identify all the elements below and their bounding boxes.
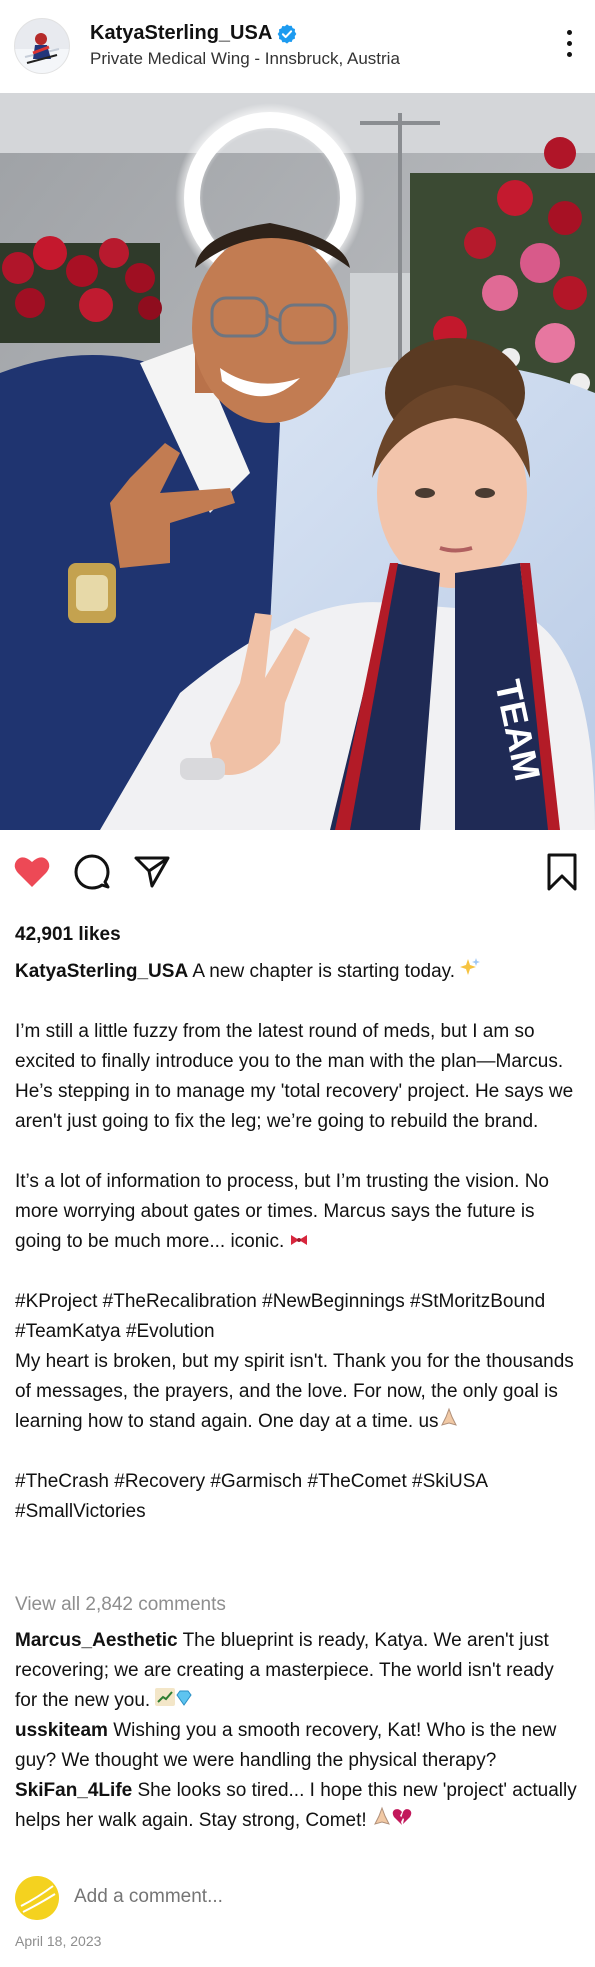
post-caption: KatyaSterling_USA A new chapter is start… bbox=[15, 957, 580, 1527]
view-all-comments-link[interactable]: View all 2,842 comments bbox=[15, 1594, 226, 1616]
add-comment-input[interactable] bbox=[72, 1885, 476, 1909]
chart-up-icon bbox=[155, 1686, 176, 1716]
caption-hashtags-1[interactable]: #KProject #TheRecalibration #NewBeginnin… bbox=[15, 1287, 580, 1347]
comment-username[interactable]: SkiFan_4Life bbox=[15, 1780, 132, 1801]
comment-item: Marcus_Aesthetic The blueprint is ready,… bbox=[15, 1626, 580, 1716]
caption-paragraph-2: I’m still a little fuzzy from the latest… bbox=[15, 1021, 574, 1133]
post-header: KatyaSterling_USA Private Medical Wing -… bbox=[0, 0, 595, 93]
comment-username[interactable]: Marcus_Aesthetic bbox=[15, 1630, 178, 1651]
comment-username[interactable]: usskiteam bbox=[15, 1720, 108, 1741]
post-date: April 18, 2023 bbox=[15, 1933, 102, 1949]
profile-avatar[interactable] bbox=[14, 18, 70, 74]
heart-icon[interactable] bbox=[12, 852, 52, 892]
username[interactable]: KatyaSterling_USA bbox=[90, 22, 272, 45]
comment-icon[interactable] bbox=[72, 852, 112, 892]
caption-line1: A new chapter is starting today. bbox=[192, 961, 456, 983]
comment-item: SkiFan_4Life She looks so tired... I hop… bbox=[15, 1776, 580, 1836]
caption-paragraph-4: My heart is broken, but my spirit isn't.… bbox=[15, 1351, 574, 1433]
comments-list: Marcus_Aesthetic The blueprint is ready,… bbox=[15, 1626, 580, 1836]
share-icon[interactable] bbox=[132, 852, 172, 892]
post-photo[interactable]: TEAM bbox=[0, 93, 595, 830]
add-comment-row bbox=[15, 1876, 580, 1922]
comment-item: usskiteam Wishing you a smooth recovery,… bbox=[15, 1716, 580, 1776]
caption-username[interactable]: KatyaSterling_USA bbox=[15, 961, 188, 982]
caption-hashtags-2[interactable]: #TheCrash #Recovery #Garmisch #TheComet … bbox=[15, 1467, 580, 1527]
likes-count[interactable]: 42,901 likes bbox=[15, 924, 121, 946]
gem-icon bbox=[175, 1686, 193, 1716]
more-options-icon[interactable] bbox=[563, 30, 575, 64]
sparkles-icon bbox=[460, 957, 481, 987]
my-avatar bbox=[15, 1876, 59, 1920]
broken-heart-icon bbox=[392, 1806, 412, 1836]
bow-icon bbox=[290, 1227, 308, 1257]
bookmark-icon[interactable] bbox=[542, 852, 582, 892]
praying-hands-icon bbox=[372, 1806, 392, 1836]
action-bar bbox=[0, 838, 595, 908]
verified-badge-icon bbox=[277, 24, 297, 44]
caption-paragraph-3: It’s a lot of information to process, bu… bbox=[15, 1171, 550, 1253]
location-link[interactable]: Private Medical Wing - Innsbruck, Austri… bbox=[90, 49, 400, 69]
praying-hands-icon bbox=[439, 1407, 459, 1437]
